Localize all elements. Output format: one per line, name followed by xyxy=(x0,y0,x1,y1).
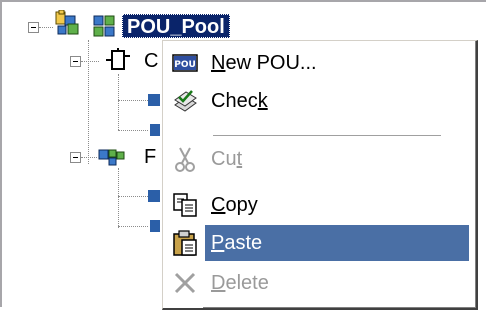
child2-label[interactable]: F xyxy=(144,145,156,169)
pou-icon: POU xyxy=(172,54,198,72)
menu-item-paste[interactable]: Paste xyxy=(165,225,471,261)
menu-item-new-pou[interactable]: POU New POU... xyxy=(165,45,471,81)
check-icon xyxy=(174,90,197,112)
scissors-icon xyxy=(175,147,195,172)
menu-item-label: Delete xyxy=(211,272,269,294)
menu-separator xyxy=(213,135,441,137)
child2-collapse-toggle[interactable] xyxy=(70,152,81,163)
menu-item-copy[interactable]: Copy xyxy=(165,187,471,223)
child1-item-icon xyxy=(148,94,160,106)
menu-item-label: Copy xyxy=(211,194,258,216)
menu-item-cut[interactable]: Cut xyxy=(165,141,471,177)
function-block-icon xyxy=(106,48,130,70)
root-collapse-toggle[interactable] xyxy=(28,22,39,33)
copy-icon xyxy=(173,193,197,217)
tree-connector xyxy=(118,100,148,102)
menu-item-delete[interactable]: Delete xyxy=(165,265,471,301)
tree-connector xyxy=(39,27,53,29)
child2-item-icon xyxy=(148,190,160,202)
paste-icon xyxy=(173,230,197,256)
menu-item-label: Cut xyxy=(211,148,243,170)
delete-icon xyxy=(174,272,196,294)
menu-item-label: Paste xyxy=(211,232,263,254)
menu-item-label: Check xyxy=(211,90,268,112)
child1-item-icon xyxy=(150,124,160,136)
pou-pool-icon-secondary xyxy=(93,15,115,37)
menu-item-label: New POU... xyxy=(211,52,317,74)
menu-item-check[interactable]: Check xyxy=(165,83,471,119)
tree-connector xyxy=(81,157,97,159)
child1-collapse-toggle[interactable] xyxy=(70,56,81,67)
child2-item-icon xyxy=(150,220,160,232)
tree-connector xyxy=(88,40,90,164)
tree-root-label[interactable]: POU_Pool xyxy=(122,14,230,38)
tree-connector xyxy=(118,130,148,132)
tree-connector xyxy=(81,61,99,63)
pou-pool-icon xyxy=(55,10,79,35)
svg-text:POU: POU xyxy=(174,60,196,70)
pou-folder-icon xyxy=(98,149,125,166)
tree-connector xyxy=(118,168,120,228)
tree-connector xyxy=(118,74,120,130)
child1-label[interactable]: C xyxy=(144,49,158,73)
tree-connector xyxy=(118,196,148,198)
tree-connector xyxy=(118,226,148,228)
context-menu: POU New POU... Check Cut Copy Paste Dele… xyxy=(162,40,478,310)
